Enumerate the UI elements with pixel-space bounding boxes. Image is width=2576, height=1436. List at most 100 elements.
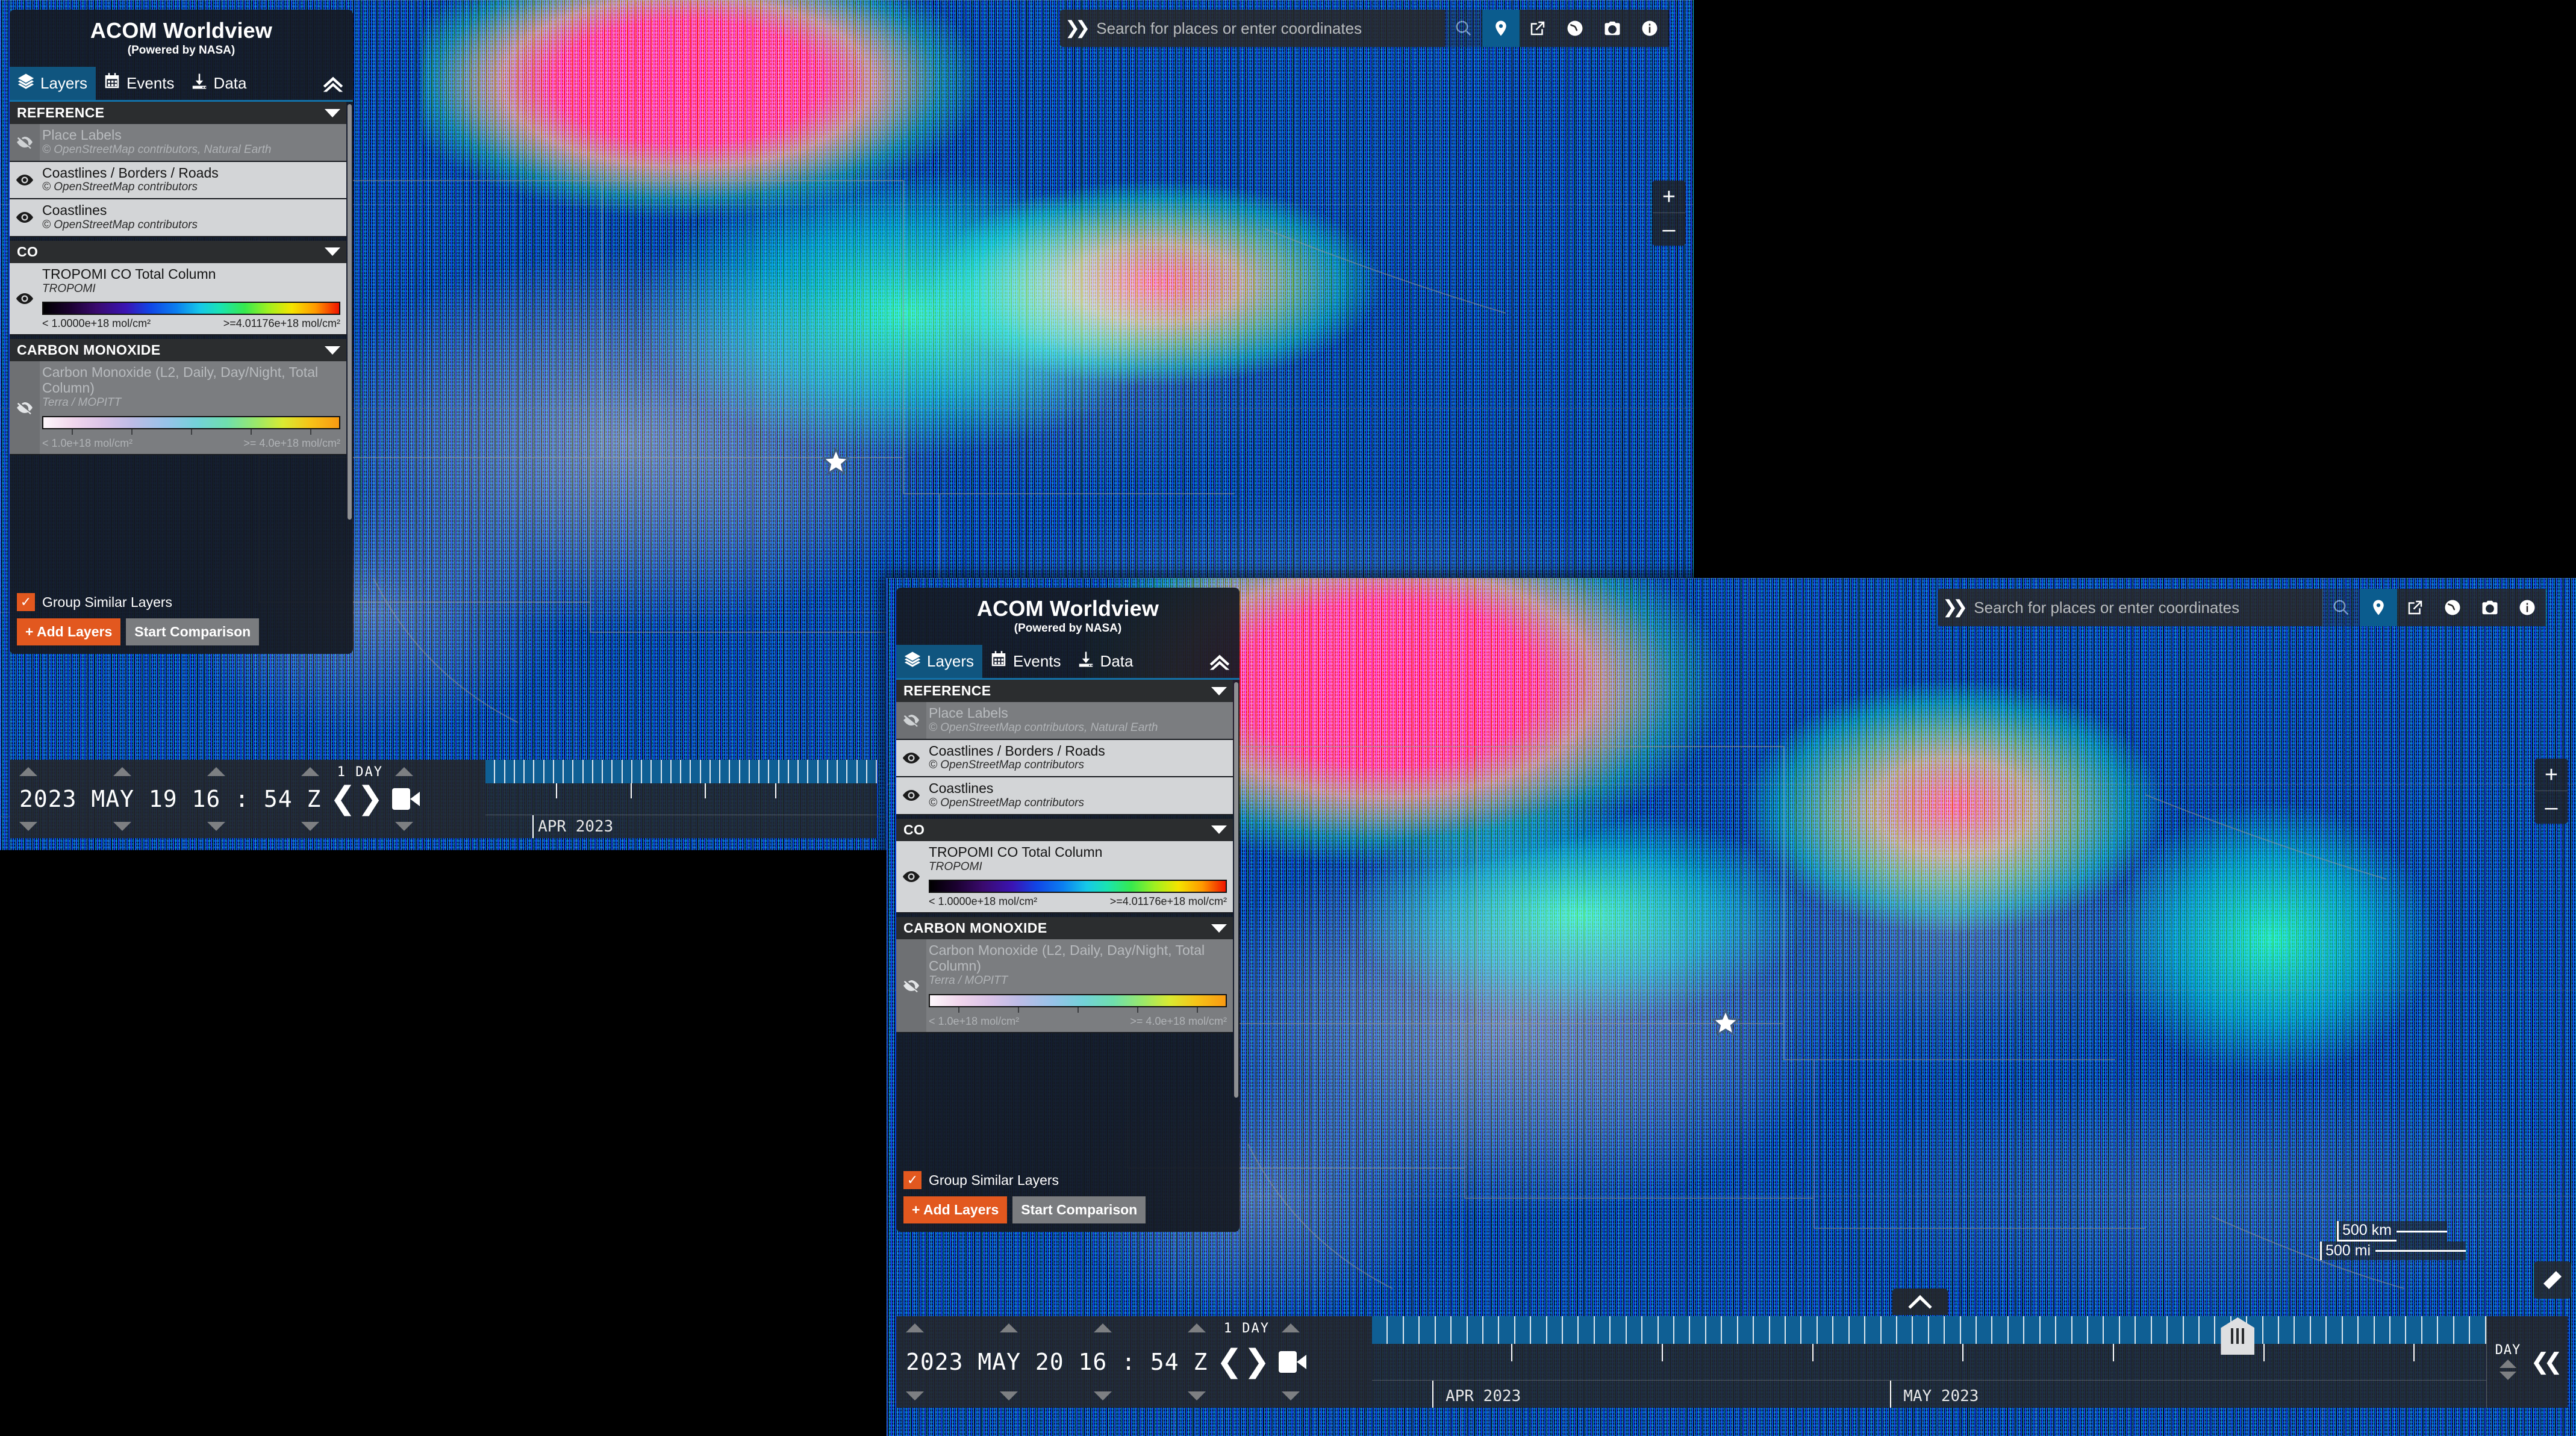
camera-snapshot-icon[interactable] xyxy=(2471,589,2509,626)
zoom-in-button[interactable]: + xyxy=(1653,181,1685,213)
info-icon[interactable] xyxy=(1631,10,1668,47)
chevron-left-double-icon[interactable]: ❮❮ xyxy=(2528,1351,2564,1373)
sidebar-scrollbar[interactable] xyxy=(1234,682,1238,1098)
date-spinner-down[interactable] xyxy=(906,1391,1300,1400)
location-pin-icon[interactable] xyxy=(2360,589,2397,626)
sidebar-scrollbar[interactable] xyxy=(348,104,352,520)
group-header-reference[interactable]: REFERENCE xyxy=(10,102,346,124)
zoom-out-button[interactable]: – xyxy=(1653,213,1685,246)
interval-label[interactable]: 1 DAY xyxy=(337,765,383,780)
prev-day-button[interactable]: ❮ xyxy=(1216,1349,1243,1375)
current-date-label[interactable]: 2023 MAY 19 16 : 54 Z xyxy=(19,786,321,812)
date-spinner-down[interactable] xyxy=(19,822,413,831)
caret-down-icon[interactable] xyxy=(325,247,340,256)
eye-slash-icon[interactable] xyxy=(896,939,926,1031)
group-header-carbon-monoxide[interactable]: CARBON MONOXIDE xyxy=(10,339,346,361)
layer-row-coastlines[interactable]: Coastlines © OpenStreetMap contributors xyxy=(10,199,346,237)
group-similar-layers-row[interactable]: ✓ Group Similar Layers xyxy=(903,1171,1232,1189)
colorbar-tropomi[interactable] xyxy=(42,302,340,315)
video-camera-icon[interactable] xyxy=(1279,1351,1306,1373)
projection-globe-icon[interactable] xyxy=(1556,10,1594,47)
search-input[interactable] xyxy=(1096,19,1438,38)
date-selector-front[interactable]: 2023 MAY 20 16 : 54 Z ❮ ❯ 1 DAY xyxy=(896,1316,1372,1408)
camera-snapshot-icon[interactable] xyxy=(1594,10,1631,47)
group-header-carbon-monoxide[interactable]: CARBON MONOXIDE xyxy=(896,917,1233,939)
timeline-zoom-down-icon[interactable] xyxy=(2500,1372,2516,1380)
caret-down-icon[interactable] xyxy=(325,346,340,355)
group-header-co[interactable]: CO xyxy=(10,241,346,263)
eye-icon[interactable] xyxy=(896,777,926,814)
chevron-up-double-icon[interactable] xyxy=(1205,650,1240,678)
video-camera-icon[interactable] xyxy=(392,788,420,810)
group-similar-layers-row[interactable]: ✓ Group Similar Layers xyxy=(17,593,346,611)
zoom-in-button[interactable]: + xyxy=(2535,759,2568,791)
tab-events[interactable]: Events xyxy=(982,645,1070,678)
timeline-expand-button[interactable] xyxy=(1892,1288,1948,1315)
layer-row-place-labels[interactable]: Place Labels © OpenStreetMap contributor… xyxy=(896,702,1233,740)
eye-slash-icon[interactable] xyxy=(896,702,926,739)
timeline-zoom-level[interactable]: DAY xyxy=(2490,1343,2526,1382)
timeline-handle-grip[interactable] xyxy=(2221,1317,2254,1355)
colorbar-mopitt[interactable] xyxy=(929,994,1227,1007)
date-selector-back[interactable]: 2023 MAY 19 16 : 54 Z ❮ ❯ 1 DAY xyxy=(10,760,485,838)
projection-globe-icon[interactable] xyxy=(2434,589,2471,626)
layers-scroll-area[interactable]: REFERENCE Place Labels © OpenStreetMap c… xyxy=(10,102,353,587)
share-icon[interactable] xyxy=(2397,589,2434,626)
location-pin-icon[interactable] xyxy=(1482,10,1520,47)
search-icon[interactable] xyxy=(1445,10,1482,47)
colorbar-mopitt[interactable] xyxy=(42,416,340,429)
layers-scroll-area[interactable]: REFERENCE Place Labels © OpenStreetMap c… xyxy=(896,680,1240,1165)
colorbar-tropomi[interactable] xyxy=(929,880,1227,893)
prev-day-button[interactable]: ❮ xyxy=(329,786,356,812)
next-day-button[interactable]: ❯ xyxy=(357,786,384,812)
search-container[interactable]: ❯❯ xyxy=(1060,10,1445,47)
tab-layers[interactable]: Layers xyxy=(10,67,96,100)
map-location-marker-front[interactable] xyxy=(1712,1009,1739,1036)
group-similar-checkbox[interactable]: ✓ xyxy=(17,593,35,611)
map-location-marker[interactable] xyxy=(822,447,850,475)
group-similar-checkbox[interactable]: ✓ xyxy=(903,1171,922,1189)
search-icon[interactable] xyxy=(2322,589,2360,626)
eye-icon[interactable] xyxy=(896,841,926,913)
eye-slash-icon[interactable] xyxy=(10,124,40,161)
group-header-reference[interactable]: REFERENCE xyxy=(896,680,1233,702)
timeline-axis-front[interactable]: APR 2023 MAY 2023 xyxy=(1372,1316,2486,1408)
start-comparison-button[interactable]: Start Comparison xyxy=(1012,1196,1146,1223)
caret-down-icon[interactable] xyxy=(1211,687,1227,695)
chevron-up-double-icon[interactable] xyxy=(318,72,353,100)
share-icon[interactable] xyxy=(1520,10,1557,47)
zoom-out-button[interactable]: – xyxy=(2535,791,2568,824)
info-icon[interactable] xyxy=(2509,589,2546,626)
eye-icon[interactable] xyxy=(10,263,40,335)
eye-icon[interactable] xyxy=(10,199,40,236)
search-input[interactable] xyxy=(1974,598,2316,617)
caret-down-icon[interactable] xyxy=(1211,825,1227,834)
next-day-button[interactable]: ❯ xyxy=(1244,1349,1270,1375)
timeline-zoom-up-icon[interactable] xyxy=(2500,1360,2516,1368)
eye-icon[interactable] xyxy=(10,162,40,199)
current-date-label[interactable]: 2023 MAY 20 16 : 54 Z xyxy=(906,1349,1208,1375)
tab-data[interactable]: Data xyxy=(1070,645,1142,678)
start-comparison-button[interactable]: Start Comparison xyxy=(126,618,259,645)
chevron-right-double-icon[interactable]: ❯❯ xyxy=(1942,598,1968,617)
interval-label[interactable]: 1 DAY xyxy=(1224,1321,1270,1336)
search-container[interactable]: ❯❯ xyxy=(1938,589,2322,626)
tab-data[interactable]: Data xyxy=(183,67,255,100)
add-layers-button[interactable]: + Add Layers xyxy=(17,618,120,645)
layer-row-mopitt-co[interactable]: Carbon Monoxide (L2, Daily, Day/Night, T… xyxy=(896,939,1233,1033)
caret-down-icon[interactable] xyxy=(325,109,340,117)
add-layers-button[interactable]: + Add Layers xyxy=(903,1196,1007,1223)
layer-row-coastlines-borders-roads[interactable]: Coastlines / Borders / Roads © OpenStree… xyxy=(896,740,1233,778)
caret-down-icon[interactable] xyxy=(1211,924,1227,933)
group-header-co[interactable]: CO xyxy=(896,819,1233,841)
layer-row-tropomi-co[interactable]: TROPOMI CO Total Column TROPOMI < 1.0000… xyxy=(10,263,346,336)
tab-layers[interactable]: Layers xyxy=(896,645,982,678)
layer-row-mopitt-co[interactable]: Carbon Monoxide (L2, Daily, Day/Night, T… xyxy=(10,361,346,455)
tab-events[interactable]: Events xyxy=(96,67,183,100)
eye-slash-icon[interactable] xyxy=(10,361,40,453)
layer-row-tropomi-co[interactable]: TROPOMI CO Total Column TROPOMI < 1.0000… xyxy=(896,841,1233,914)
chevron-right-double-icon[interactable]: ❯❯ xyxy=(1065,19,1090,37)
ruler-icon[interactable] xyxy=(2534,1261,2571,1299)
timeline-axis-back[interactable]: APR 2023 xyxy=(485,760,877,838)
eye-icon[interactable] xyxy=(896,740,926,777)
